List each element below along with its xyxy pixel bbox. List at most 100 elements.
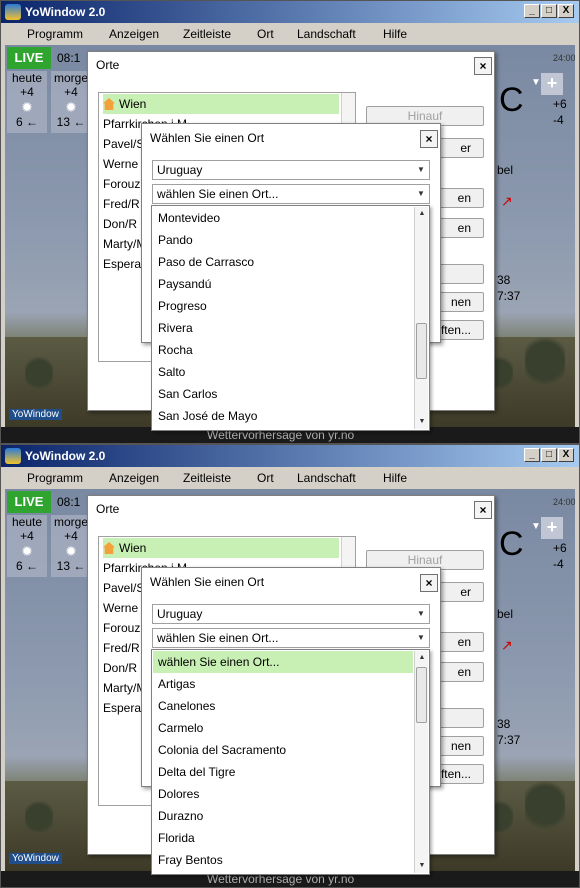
title-bar: YoWindow 2.0 _ □ X [1, 1, 579, 23]
minimize-button[interactable]: _ [524, 4, 540, 18]
location-label: Forouz [103, 621, 141, 635]
place-option[interactable]: Montevideo [153, 207, 413, 229]
select-close-button[interactable]: × [420, 574, 438, 592]
yowindow-brand[interactable]: YoWindow [9, 409, 62, 420]
tree [525, 337, 565, 397]
menu-item-1[interactable]: Anzeigen [109, 471, 159, 485]
day-temp-lo: 6 ← [15, 115, 38, 129]
location-label: Wien [119, 97, 147, 111]
scroll-down-icon[interactable]: ▼ [415, 859, 429, 873]
orte-close-button[interactable]: × [474, 501, 492, 519]
chevron-down-icon: ▼ [417, 633, 425, 642]
location-item[interactable]: Wien [103, 538, 339, 558]
place-option[interactable]: Dolores [153, 783, 413, 805]
menu-item-3[interactable]: Ort [257, 471, 274, 485]
place-option[interactable]: Florida [153, 827, 413, 849]
menu-item-2[interactable]: Zeitleiste [183, 27, 231, 41]
place-dropdown-list[interactable]: wählen Sie einen Ort... Artigas Canelones C… [151, 649, 430, 875]
dropdown-scrollbar[interactable]: ▲ ▼ [414, 651, 428, 873]
place-option[interactable]: Pando [153, 229, 413, 251]
menu-item-2[interactable]: Zeitleiste [183, 471, 231, 485]
scroll-up-icon[interactable]: ▲ [415, 651, 429, 665]
place-dropdown-list[interactable]: Montevideo Pando Paso de Carrasco Paysandú P… [151, 205, 430, 431]
weather-condition: bel [497, 607, 514, 621]
maximize-button[interactable]: □ [541, 4, 557, 18]
menu-item-3[interactable]: Ort [257, 27, 274, 41]
location-label: Don/R [103, 217, 138, 231]
add-location-icon[interactable]: + [541, 73, 563, 95]
home-icon [103, 98, 115, 110]
location-label: Don/R [103, 661, 138, 675]
place-option[interactable]: Artigas [153, 673, 413, 695]
place-option[interactable]: Fray Bentos [153, 849, 413, 871]
yowindow-logo-icon [5, 4, 21, 20]
day-temp-hi: +4 [20, 529, 34, 543]
place-option[interactable]: San Carlos [153, 383, 413, 405]
tree [25, 357, 53, 397]
location-label: Pavel/S [103, 581, 145, 595]
dropdown-arrow-icon[interactable]: ▼ [531, 521, 541, 532]
country-select[interactable]: Uruguay ▼ [152, 604, 430, 624]
sun-icon: ✹ [65, 99, 77, 115]
dropdown-arrow-icon[interactable]: ▼ [531, 77, 541, 88]
scroll-up-icon[interactable]: ▲ [415, 207, 429, 221]
app-window-1: YoWindow 2.0 _ □ X Programm Anzeigen Zeitleist… [0, 444, 580, 888]
menu-item-5[interactable]: Hilfe [383, 27, 407, 41]
maximize-button[interactable]: □ [541, 448, 557, 462]
window-title: YoWindow 2.0 [25, 5, 106, 19]
menu-item-4[interactable]: Landschaft [297, 471, 356, 485]
day-temp-lo: 13 ← [56, 559, 86, 573]
place-option[interactable]: Salto [153, 361, 413, 383]
place-option[interactable]: Colonia del Sacramento [153, 739, 413, 761]
place-option[interactable]: San José de Mayo [153, 405, 413, 427]
scroll-down-icon[interactable]: ▼ [415, 415, 429, 429]
readout-2: 7:37 [497, 733, 521, 747]
forecast-day[interactable]: morge +4 ✹ 13 ← [51, 71, 91, 133]
place-select[interactable]: wählen Sie einen Ort... ▼ [152, 184, 430, 204]
close-window-button[interactable]: X [558, 4, 574, 18]
scroll-thumb[interactable] [416, 667, 427, 723]
menu-item-1[interactable]: Anzeigen [109, 27, 159, 41]
place-select[interactable]: wählen Sie einen Ort... ▼ [152, 628, 430, 648]
location-label: Pavel/S [103, 137, 145, 151]
menu-item-0[interactable]: Programm [27, 471, 83, 485]
location-label: Forouz [103, 177, 141, 191]
location-label: Marty/M [103, 681, 147, 695]
right-temp-lo: -4 [553, 557, 564, 571]
forecast-day[interactable]: morge +4 ✹ 13 ← [51, 515, 91, 577]
live-badge[interactable]: LIVE [7, 47, 51, 69]
location-label: Werne [103, 601, 139, 615]
live-badge[interactable]: LIVE [7, 491, 51, 513]
place-option[interactable]: Delta del Tigre [153, 761, 413, 783]
place-option[interactable]: Progreso [153, 295, 413, 317]
place-option[interactable]: Paso de Carrasco [153, 251, 413, 273]
orte-close-button[interactable]: × [474, 57, 492, 75]
place-option[interactable]: wählen Sie einen Ort... [153, 651, 413, 673]
location-item[interactable]: Wien [103, 94, 339, 114]
dropdown-scrollbar[interactable]: ▲ ▼ [414, 207, 428, 429]
yowindow-brand[interactable]: YoWindow [9, 853, 62, 864]
place-option[interactable]: Carmelo [153, 717, 413, 739]
place-option[interactable]: Rivera [153, 317, 413, 339]
add-location-icon[interactable]: + [541, 517, 563, 539]
menu-item-0[interactable]: Programm [27, 27, 83, 41]
readout-1: 38 [497, 717, 511, 731]
location-label: Fred/R [103, 641, 140, 655]
place-option[interactable]: Paysandú [153, 273, 413, 295]
menu-item-4[interactable]: Landschaft [297, 27, 356, 41]
menu-item-5[interactable]: Hilfe [383, 471, 407, 485]
place-option[interactable]: Canelones [153, 695, 413, 717]
country-select[interactable]: Uruguay ▼ [152, 160, 430, 180]
home-icon [103, 542, 115, 554]
country-value: Uruguay [157, 163, 203, 177]
select-close-button[interactable]: × [420, 130, 438, 148]
place-option[interactable]: Durazno [153, 805, 413, 827]
close-window-button[interactable]: X [558, 448, 574, 462]
forecast-day[interactable]: heute +4 ✹ 6 ← [7, 71, 47, 133]
place-option[interactable]: Rocha [153, 339, 413, 361]
window-title: YoWindow 2.0 [25, 449, 106, 463]
forecast-day[interactable]: heute +4 ✹ 6 ← [7, 515, 47, 577]
weather-condition: bel [497, 163, 514, 177]
minimize-button[interactable]: _ [524, 448, 540, 462]
scroll-thumb[interactable] [416, 323, 427, 379]
